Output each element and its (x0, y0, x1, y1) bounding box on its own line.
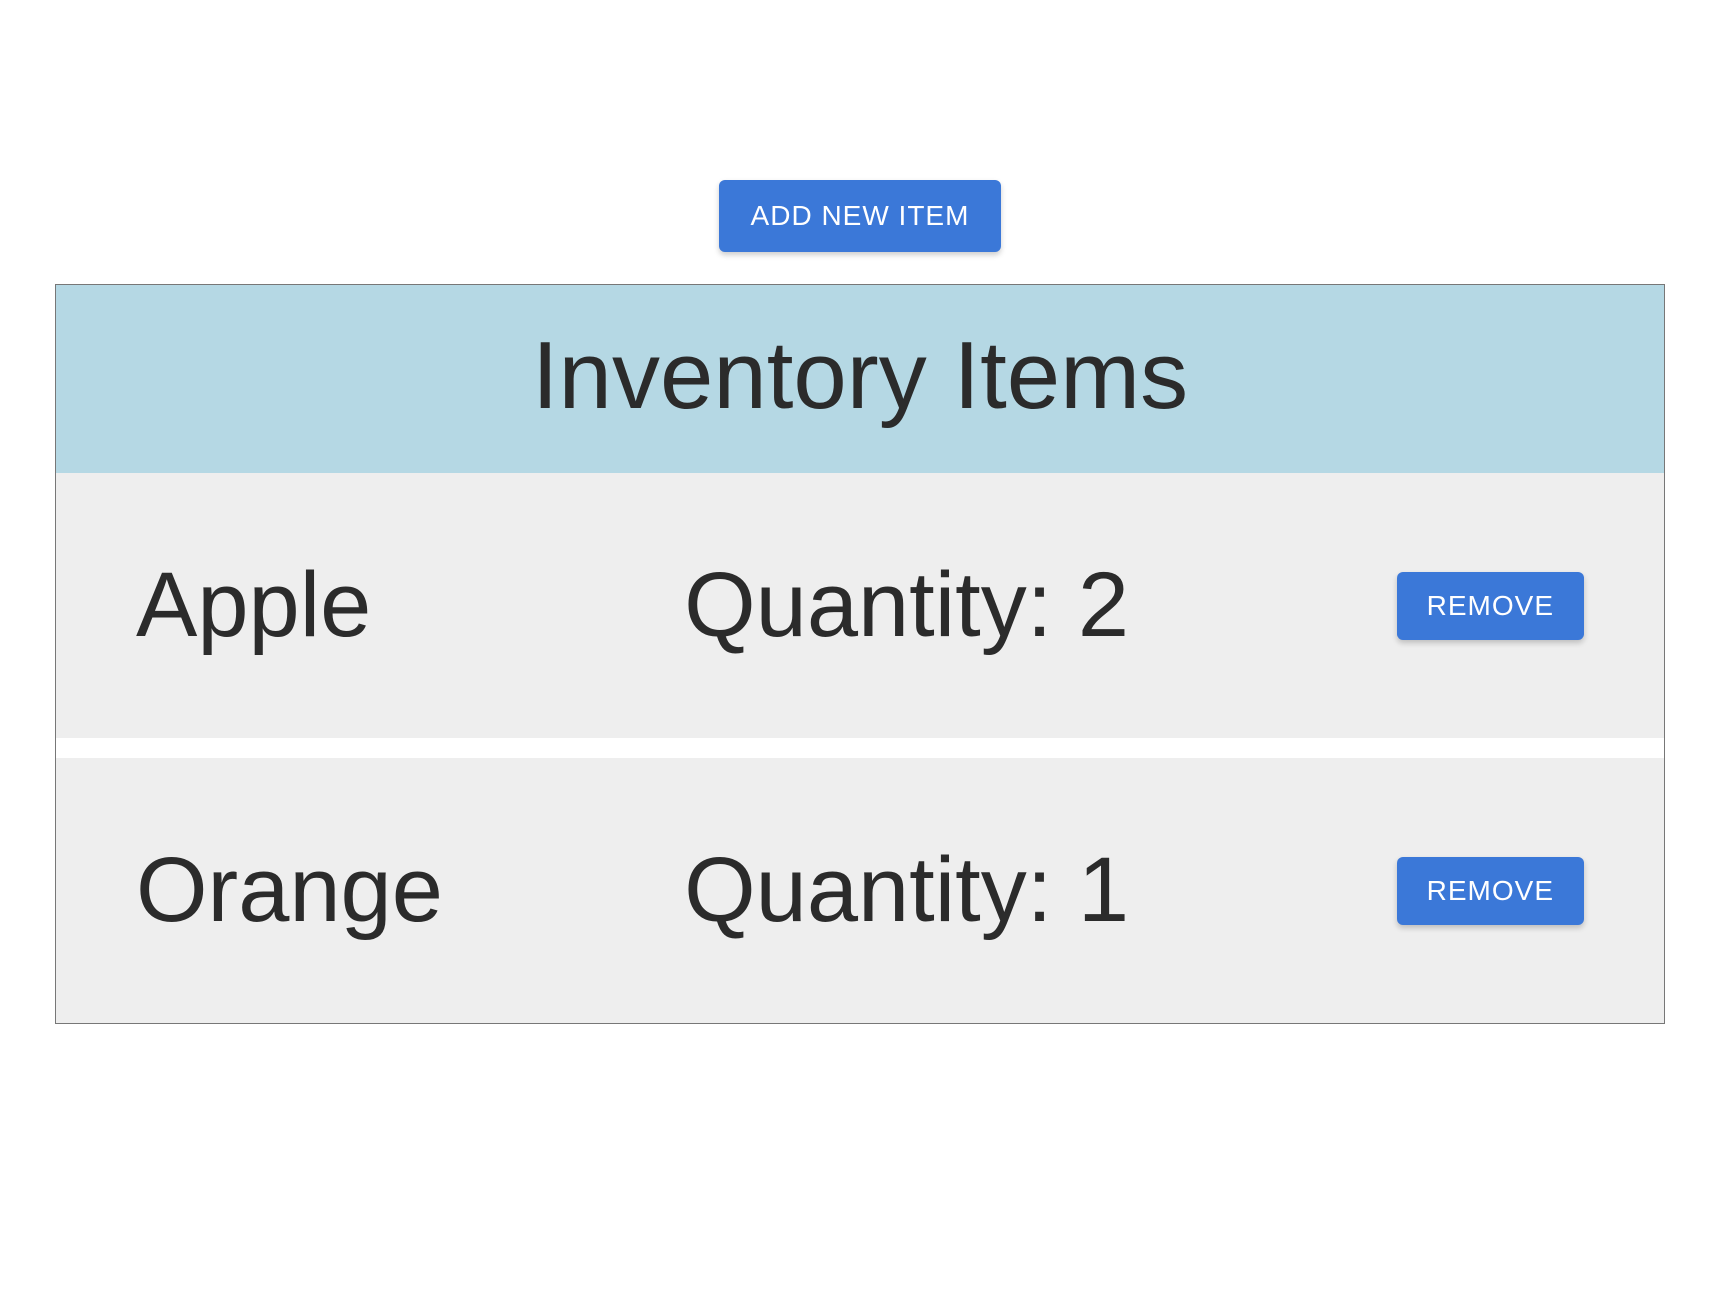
add-new-item-button[interactable]: ADD NEW ITEM (719, 180, 1002, 252)
inventory-app: ADD NEW ITEM Inventory Items Apple Quant… (40, 40, 1680, 1024)
item-quantity: Quantity: 1 (684, 838, 1397, 943)
list-item: Apple Quantity: 2 REMOVE (56, 473, 1664, 738)
inventory-list: Apple Quantity: 2 REMOVE Orange Quantity… (56, 473, 1664, 1023)
quantity-value: 1 (1078, 839, 1129, 941)
item-quantity: Quantity: 2 (684, 553, 1397, 658)
remove-button[interactable]: REMOVE (1397, 857, 1584, 925)
quantity-label: Quantity: (684, 839, 1078, 941)
item-name: Apple (136, 553, 684, 658)
list-item: Orange Quantity: 1 REMOVE (56, 758, 1664, 1023)
remove-button[interactable]: REMOVE (1397, 572, 1584, 640)
item-name: Orange (136, 838, 684, 943)
panel-header: Inventory Items (56, 285, 1664, 473)
quantity-value: 2 (1078, 554, 1129, 656)
inventory-panel: Inventory Items Apple Quantity: 2 REMOVE… (55, 284, 1665, 1024)
quantity-label: Quantity: (684, 554, 1078, 656)
panel-title: Inventory Items (56, 321, 1664, 431)
